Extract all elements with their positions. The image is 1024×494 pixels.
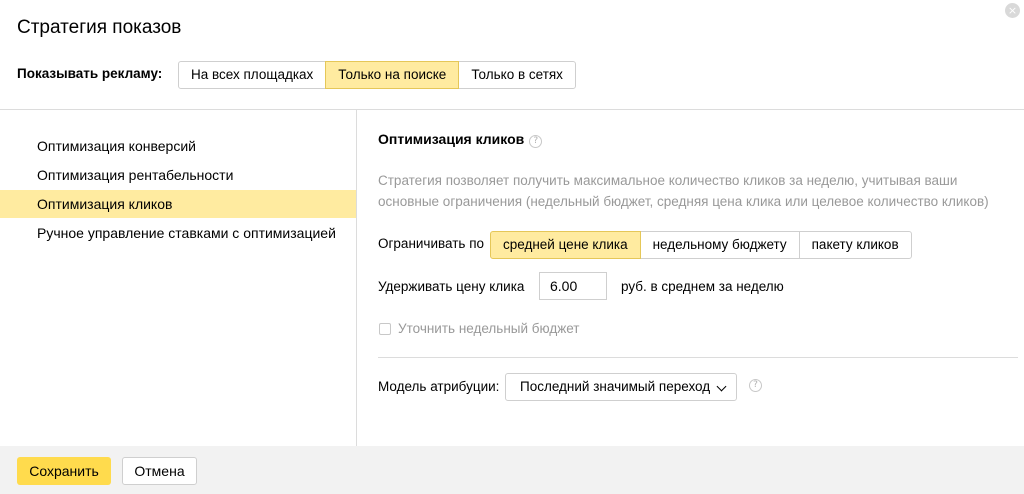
section-title: Оптимизация кликов?: [378, 131, 543, 148]
cancel-button[interactable]: Отмена: [122, 457, 197, 485]
strategy-item-conversions[interactable]: Оптимизация конверсий: [0, 132, 356, 160]
strategy-description: Стратегия позволяет получить максимально…: [378, 170, 1018, 212]
show-ads-option-search[interactable]: Только на поиске: [325, 61, 460, 89]
help-icon[interactable]: ?: [529, 135, 543, 148]
strategy-item-profitability[interactable]: Оптимизация рентабельности: [0, 161, 356, 189]
limit-option-avg-cpc[interactable]: средней цене клика: [490, 231, 641, 259]
attribution-label: Модель атрибуции:: [378, 379, 500, 394]
show-ads-segmented-control: На всех площадках Только на поиске Тольк…: [178, 61, 576, 89]
chevron-down-icon: [716, 381, 727, 392]
description-line-2: основные ограничения (недельный бюджет, …: [378, 194, 989, 209]
show-ads-option-all[interactable]: На всех площадках: [178, 61, 327, 89]
attribution-select-value: Последний значимый переход: [520, 379, 711, 394]
limit-segmented-control: средней цене клика недельному бюджету па…: [490, 231, 912, 259]
section-title-text: Оптимизация кликов: [378, 131, 525, 147]
description-line-1: Стратегия позволяет получить максимально…: [378, 173, 958, 188]
strategy-item-manual[interactable]: Ручное управление ставками с оптимизацие…: [0, 219, 356, 247]
dialog-title: Стратегия показов: [17, 17, 182, 38]
show-ads-label: Показывать рекламу:: [17, 66, 163, 81]
show-ads-option-networks[interactable]: Только в сетях: [458, 61, 576, 89]
attribution-divider: [378, 357, 1018, 358]
limit-label: Ограничивать по: [378, 236, 485, 251]
hold-price-suffix: руб. в среднем за неделю: [621, 279, 784, 294]
hold-price-label: Удерживать цену клика: [378, 279, 525, 294]
save-button[interactable]: Сохранить: [17, 457, 111, 485]
limit-option-click-package[interactable]: пакету кликов: [798, 231, 912, 259]
refine-budget-checkbox[interactable]: [379, 323, 391, 335]
attribution-select[interactable]: Последний значимый переход: [505, 373, 737, 401]
limit-option-weekly-budget[interactable]: недельному бюджету: [639, 231, 800, 259]
refine-budget-label[interactable]: Уточнить недельный бюджет: [398, 321, 580, 336]
header-divider: [0, 109, 1024, 110]
strategy-item-clicks[interactable]: Оптимизация кликов: [0, 190, 356, 218]
attribution-help-icon[interactable]: ?: [749, 379, 762, 392]
hold-price-input[interactable]: 6.00: [539, 272, 607, 300]
column-divider: [356, 110, 357, 446]
close-icon[interactable]: ×: [1005, 3, 1020, 18]
